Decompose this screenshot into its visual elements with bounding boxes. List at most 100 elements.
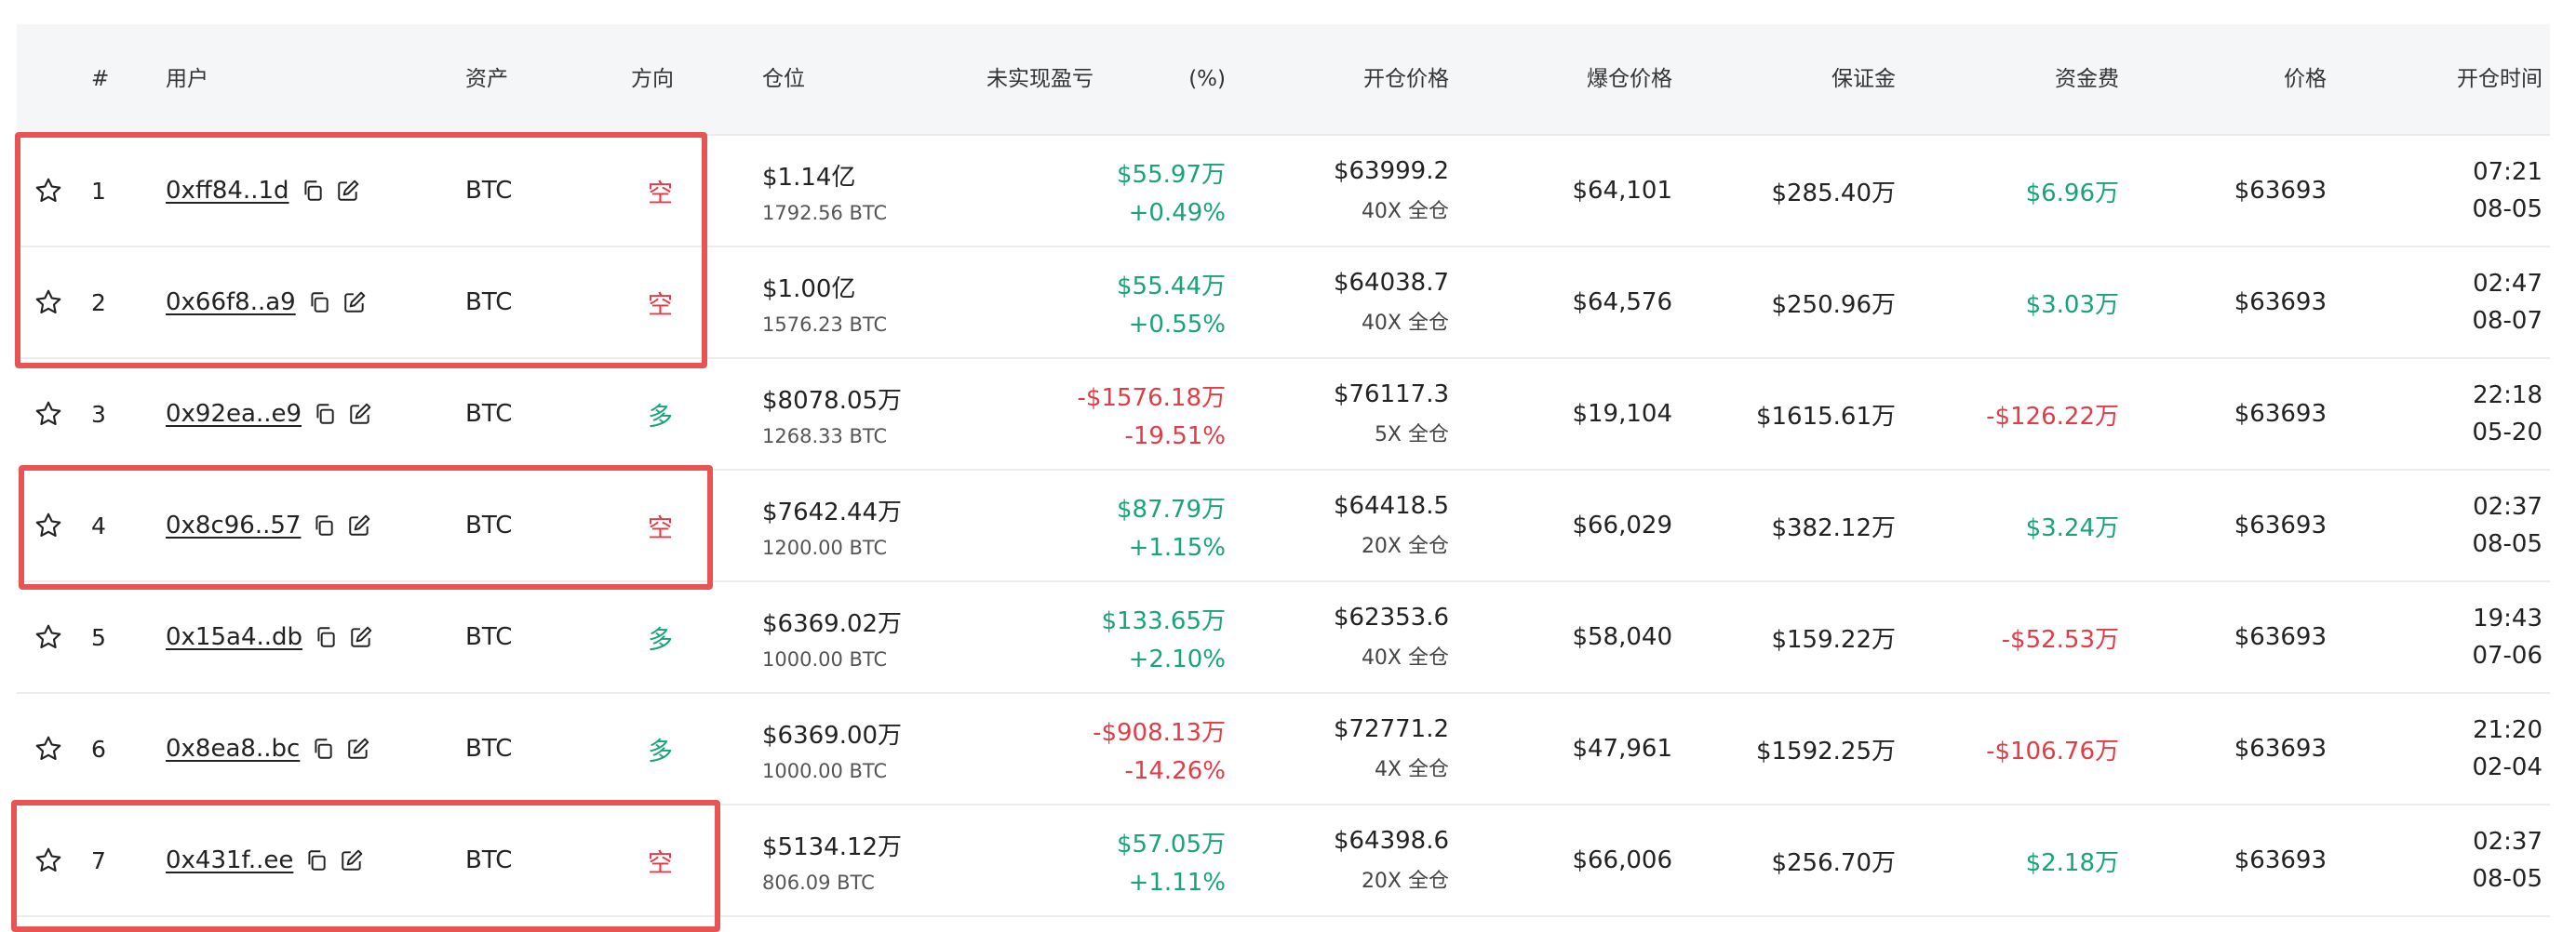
position-cell: $1.14亿 1792.56 BTC xyxy=(762,136,887,246)
copy-icon[interactable] xyxy=(311,737,335,761)
edit-icon[interactable] xyxy=(346,737,370,761)
funding-fee: -$126.22万 xyxy=(1986,402,2119,431)
direction-badge: 空 xyxy=(648,179,673,208)
row-index: 1 xyxy=(91,177,106,205)
margin: $285.40万 xyxy=(1771,179,1896,207)
user-address-link[interactable]: 0x8c96..57 xyxy=(166,512,301,539)
header-liq-price[interactable]: 爆仓价格 xyxy=(1587,24,1672,134)
position-cell: $7642.44万 1200.00 BTC xyxy=(762,471,902,580)
leverage: 40X 全仓 xyxy=(1361,646,1449,670)
star-icon[interactable] xyxy=(34,287,63,317)
open-price-cell: $64038.7 40X 全仓 xyxy=(1334,247,1449,357)
pnl-percent: +1.11% xyxy=(1128,868,1226,897)
table-row[interactable]: 3 0x92ea..e9 BTC 多 $8078.05万 1268.33 BTC… xyxy=(17,359,2550,471)
open-price-cell: $76117.3 5X 全仓 xyxy=(1334,359,1449,469)
position-btc: 1200.00 BTC xyxy=(762,536,888,559)
copy-icon[interactable] xyxy=(314,625,338,649)
pnl-percent: +0.49% xyxy=(1128,198,1226,227)
star-icon[interactable] xyxy=(34,176,63,206)
user-cell: 0x15a4..db xyxy=(166,582,373,692)
margin: $159.22万 xyxy=(1771,625,1896,654)
star-icon[interactable] xyxy=(34,399,63,429)
price: $63693 xyxy=(2234,400,2327,428)
header-unrealized-pnl[interactable]: 未实现盈亏 xyxy=(986,24,1093,134)
edit-icon[interactable] xyxy=(340,848,364,872)
pnl-value: -$908.13万 xyxy=(1093,718,1226,747)
open-price-cell: $72771.2 4X 全仓 xyxy=(1334,694,1449,804)
pnl-percent: -14.26% xyxy=(1124,756,1226,785)
row-index: 2 xyxy=(91,288,106,316)
user-cell: 0x8c96..57 xyxy=(166,471,371,580)
user-address-link[interactable]: 0x431f..ee xyxy=(166,846,293,874)
table-row[interactable]: 1 0xff84..1d BTC 空 $1.14亿 1792.56 BTC $5… xyxy=(17,136,2550,247)
header-margin[interactable]: 保证金 xyxy=(1831,24,1896,134)
position-usd: $1.00亿 xyxy=(762,274,856,303)
edit-icon[interactable] xyxy=(349,625,373,649)
user-address-link[interactable]: 0x15a4..db xyxy=(166,623,302,651)
header-pnl-percent[interactable]: (%) xyxy=(1188,24,1226,134)
table-row[interactable]: 2 0x66f8..a9 BTC 空 $1.00亿 1576.23 BTC $5… xyxy=(17,247,2550,359)
open-time-cell: 07:21 08-05 xyxy=(2472,136,2542,246)
copy-icon[interactable] xyxy=(304,848,329,872)
table-row[interactable]: 5 0x15a4..db BTC 多 $6369.02万 1000.00 BTC… xyxy=(17,582,2550,694)
table-header: # 用户 资产 方向 仓位 未实现盈亏 (%) 开仓价格 爆仓价格 保证金 资金… xyxy=(17,24,2550,136)
position-btc: 1000.00 BTC xyxy=(762,647,888,671)
asset: BTC xyxy=(465,846,513,874)
user-cell: 0x66f8..a9 xyxy=(166,247,367,357)
edit-icon[interactable] xyxy=(347,513,371,538)
position-usd: $8078.05万 xyxy=(762,386,903,415)
pnl-value: $57.05万 xyxy=(1117,830,1226,859)
user-cell: 0x92ea..e9 xyxy=(166,359,372,469)
pnl-percent: +0.55% xyxy=(1128,310,1226,339)
copy-icon[interactable] xyxy=(313,402,337,426)
header-open-price[interactable]: 开仓价格 xyxy=(1363,24,1449,134)
position-cell: $5134.12万 806.09 BTC xyxy=(762,806,902,915)
asset: BTC xyxy=(465,400,513,428)
user-address-link[interactable]: 0x66f8..a9 xyxy=(166,288,296,316)
header-direction: 方向 xyxy=(631,67,674,91)
asset: BTC xyxy=(465,623,513,651)
table-row[interactable]: 6 0x8ea8..bc BTC 多 $6369.00万 1000.00 BTC… xyxy=(17,694,2550,806)
open-date: 02-04 xyxy=(2472,753,2542,781)
copy-icon[interactable] xyxy=(307,290,331,314)
pnl-percent: +1.15% xyxy=(1128,533,1226,562)
position-usd: $6369.02万 xyxy=(762,609,903,638)
asset: BTC xyxy=(465,735,513,763)
edit-icon[interactable] xyxy=(342,290,367,314)
leverage: 40X 全仓 xyxy=(1361,200,1449,223)
margin: $250.96万 xyxy=(1771,290,1896,319)
copy-icon[interactable] xyxy=(301,179,325,203)
table-row[interactable]: 7 0x431f..ee BTC 空 $5134.12万 806.09 BTC … xyxy=(17,806,2550,917)
position-cell: $6369.00万 1000.00 BTC xyxy=(762,694,902,804)
star-icon[interactable] xyxy=(34,622,63,652)
direction-badge: 空 xyxy=(648,513,673,543)
leverage: 20X 全仓 xyxy=(1361,870,1449,893)
positions-table: # 用户 资产 方向 仓位 未实现盈亏 (%) 开仓价格 爆仓价格 保证金 资金… xyxy=(17,24,2550,917)
copy-icon[interactable] xyxy=(312,513,336,538)
open-price-cell: $62353.6 40X 全仓 xyxy=(1334,582,1449,692)
row-index: 6 xyxy=(91,735,106,763)
price: $63693 xyxy=(2234,288,2327,316)
header-open-time[interactable]: 开仓时间 xyxy=(2457,24,2542,134)
user-cell: 0xff84..1d xyxy=(166,136,360,246)
table-row[interactable]: 4 0x8c96..57 BTC 空 $7642.44万 1200.00 BTC… xyxy=(17,471,2550,582)
edit-icon[interactable] xyxy=(336,179,360,203)
price: $63693 xyxy=(2234,623,2327,651)
header-price[interactable]: 价格 xyxy=(2284,24,2327,134)
user-address-link[interactable]: 0x8ea8..bc xyxy=(166,735,300,763)
star-icon[interactable] xyxy=(34,734,63,764)
liq-price: $64,101 xyxy=(1572,177,1672,205)
position-btc: 1576.23 BTC xyxy=(762,313,888,336)
pnl-cell: $55.97万 +0.49% xyxy=(1117,136,1226,246)
edit-icon[interactable] xyxy=(348,402,372,426)
open-date: 08-05 xyxy=(2472,865,2542,893)
open-time: 22:18 xyxy=(2473,381,2542,409)
position-usd: $7642.44万 xyxy=(762,498,903,526)
open-time: 02:37 xyxy=(2473,828,2542,856)
user-address-link[interactable]: 0xff84..1d xyxy=(166,177,289,205)
open-date: 08-05 xyxy=(2472,530,2542,558)
user-address-link[interactable]: 0x92ea..e9 xyxy=(166,400,302,428)
star-icon[interactable] xyxy=(34,511,63,540)
header-funding[interactable]: 资金费 xyxy=(2055,24,2119,134)
star-icon[interactable] xyxy=(34,845,63,875)
